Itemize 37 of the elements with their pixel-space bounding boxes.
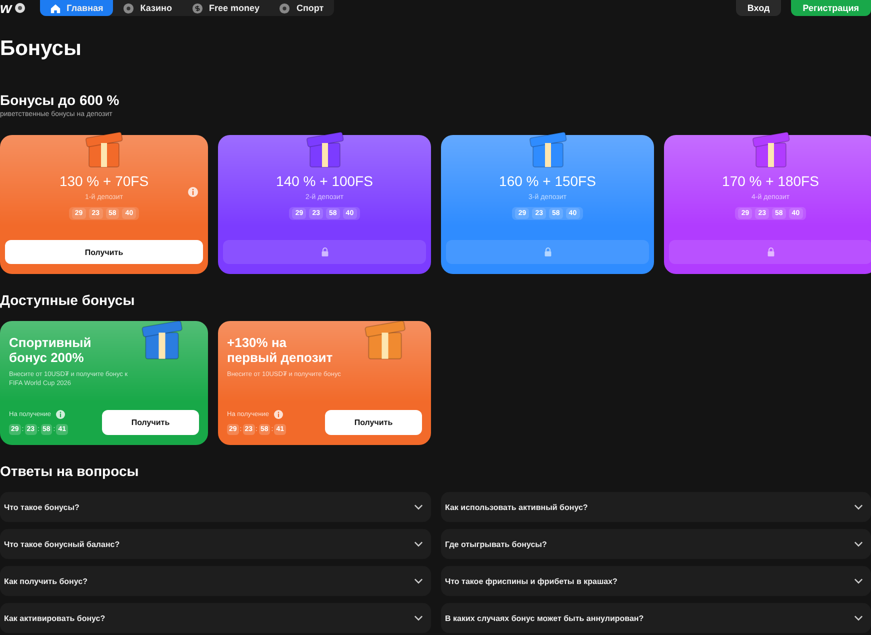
dollar-icon bbox=[192, 2, 203, 14]
faq-item[interactable]: Как активировать бонус? bbox=[0, 603, 431, 633]
nav-tab[interactable]: Казино bbox=[113, 0, 182, 16]
ball-icon bbox=[279, 2, 290, 14]
bonus-amount: 140 % + 100FS bbox=[276, 173, 373, 189]
claim-button[interactable]: Получить bbox=[325, 410, 422, 435]
info-icon[interactable] bbox=[274, 410, 283, 419]
faq-item[interactable]: Что такое фриспины и фрибеты в крашах? bbox=[441, 566, 871, 596]
lock-icon bbox=[544, 247, 552, 257]
section-title: Ответы на вопросы bbox=[0, 463, 140, 480]
page-title: Бонусы bbox=[0, 37, 82, 61]
claim-button[interactable]: Получить bbox=[5, 240, 203, 264]
bonus-amount: 170 % + 180FS bbox=[722, 173, 819, 189]
faq-item[interactable]: Где отыгрывать бонусы? bbox=[441, 529, 871, 559]
faq-item[interactable]: В каких случаях бонус может быть аннулирован? bbox=[441, 603, 871, 633]
logo-text[interactable]: w bbox=[0, 0, 12, 16]
bonus-amount: 160 % + 150FS bbox=[499, 173, 596, 189]
bonus-title: Спортивный бонус 200% bbox=[9, 335, 92, 365]
ball-icon bbox=[14, 2, 26, 14]
nav-tab[interactable]: Free money bbox=[182, 0, 270, 16]
faq-item[interactable]: Что такое бонусы? bbox=[0, 492, 431, 522]
login-button[interactable]: Вход bbox=[736, 0, 781, 16]
ball-icon bbox=[123, 2, 134, 14]
bonus-title: +130% на первый депозит bbox=[227, 335, 334, 365]
faq-item[interactable]: Как использовать активный бонус? bbox=[441, 492, 871, 522]
section-title: Доступные бонусы bbox=[0, 292, 136, 309]
info-icon[interactable] bbox=[188, 187, 198, 197]
section-title: Бонусы до 600 % bbox=[0, 92, 120, 109]
claim-button[interactable]: Получить bbox=[102, 410, 199, 435]
info-icon[interactable] bbox=[56, 410, 65, 419]
nav-tab[interactable]: Спорт bbox=[269, 0, 334, 16]
home-icon bbox=[50, 2, 61, 14]
bonus-amount: 130 % + 70FS bbox=[59, 173, 149, 189]
lock-icon bbox=[320, 247, 328, 257]
faq-item[interactable]: Что такое бонусный баланс? bbox=[0, 529, 431, 559]
faq-item[interactable]: Как получить бонус? bbox=[0, 566, 431, 596]
lock-icon bbox=[766, 247, 774, 257]
